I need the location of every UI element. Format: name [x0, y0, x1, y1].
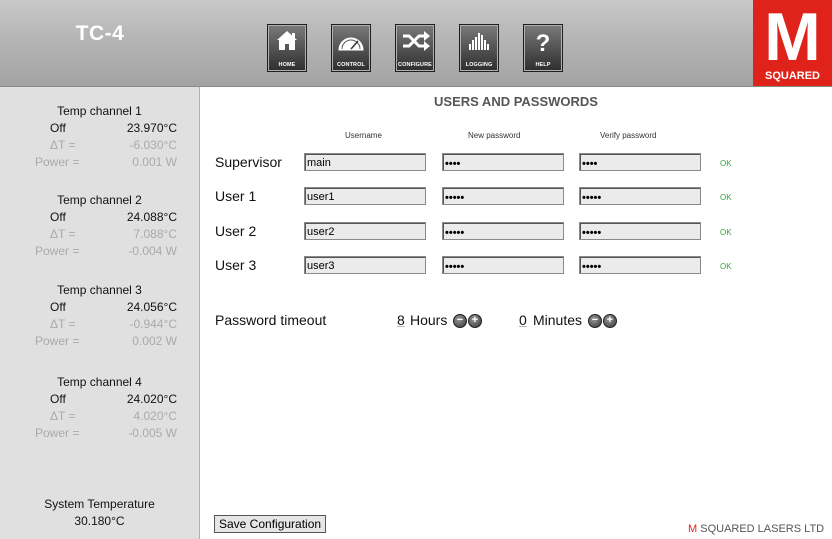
verify-password-field[interactable]: ••••• — [579, 187, 701, 205]
new-password-field[interactable]: ••••• — [442, 256, 564, 274]
bars-icon — [469, 33, 489, 50]
power-label: Power = — [35, 155, 80, 169]
power-label: Power = — [35, 334, 80, 348]
system-temp-value: 30.180°C — [74, 514, 125, 528]
save-configuration-button[interactable]: Save Configuration — [214, 515, 327, 533]
power-value: 0.002 W — [132, 334, 177, 348]
verify-password-field[interactable]: ••••• — [579, 222, 701, 240]
status-ok: OK — [720, 262, 732, 271]
delta-t-value: -0.944°C — [129, 317, 178, 331]
home-icon — [277, 31, 297, 50]
nav-help-label: HELP — [535, 62, 551, 68]
username-field[interactable]: user3 — [304, 256, 426, 274]
channel-sidebar: Temp channel 1 Off 23.970°C ΔT = -6.030°… — [0, 87, 200, 539]
new-password-field[interactable]: ••••• — [442, 222, 564, 240]
user-row-label: Supervisor — [215, 154, 282, 170]
nav-control-label: CONTROL — [337, 62, 365, 68]
verify-password-field[interactable]: ••••• — [579, 256, 701, 274]
verify-password-field[interactable]: •••• — [579, 153, 701, 171]
power-value: -0.005 W — [128, 426, 177, 440]
nav-home-button[interactable]: HOME — [267, 24, 307, 72]
username-field[interactable]: user2 — [304, 222, 426, 240]
new-password-field[interactable]: ••••• — [442, 187, 564, 205]
nav-help-button[interactable]: ? HELP — [523, 24, 563, 72]
channel-temp: 24.056°C — [126, 300, 177, 314]
hours-increase-button[interactable]: + — [468, 314, 482, 328]
username-field[interactable]: main — [304, 153, 426, 171]
timeout-minutes-unit: Minutes — [533, 312, 583, 328]
minutes-increase-button[interactable]: + — [603, 314, 617, 328]
delta-t-value: 4.020°C — [133, 409, 178, 423]
status-ok: OK — [720, 228, 732, 237]
nav-logging-label: LOGGING — [465, 62, 493, 68]
svg-text:?: ? — [536, 30, 551, 56]
system-temp-title: System Temperature — [44, 497, 155, 511]
channel-temp: 24.088°C — [126, 210, 177, 224]
status-ok: OK — [720, 159, 732, 168]
power-value: -0.004 W — [128, 244, 177, 258]
status-ok: OK — [720, 193, 732, 202]
nav-logging-button[interactable]: LOGGING — [459, 24, 499, 72]
channel-title: Temp channel 4 — [57, 375, 142, 389]
verify-password-column-header: Verify password — [600, 131, 657, 140]
nav-configure-label: CONFIGURE — [398, 62, 432, 68]
app-title: TC-4 — [75, 22, 125, 45]
new-password-column-header: New password — [468, 131, 521, 140]
username-column-header: Username — [345, 131, 382, 140]
timeout-minutes-value[interactable]: 0 — [519, 312, 527, 328]
nav-configure-button[interactable]: CONFIGURE — [395, 24, 435, 72]
power-value: 0.001 W — [132, 155, 177, 169]
channel-title: Temp channel 3 — [57, 283, 142, 297]
top-bar: TC-4 HOME CONTROL CONFIGURE LOGGING ? HE… — [0, 0, 832, 87]
timeout-hours-value[interactable]: 8 — [397, 312, 405, 328]
page-title: USERS AND PASSWORDS — [434, 94, 598, 109]
channel-title: Temp channel 1 — [57, 104, 142, 118]
channel-temp: 23.970°C — [126, 121, 177, 135]
username-field[interactable]: user1 — [304, 187, 426, 205]
minus-icon: − — [591, 314, 599, 326]
shuffle-icon — [403, 31, 430, 51]
user-row-label: User 1 — [215, 188, 257, 204]
question-icon: ? — [536, 30, 551, 56]
timeout-hours-unit: Hours — [410, 312, 448, 328]
minus-icon: − — [456, 314, 464, 326]
power-label: Power = — [35, 244, 80, 258]
delta-t-label: ΔT = — [50, 138, 76, 152]
new-password-field[interactable]: •••• — [442, 153, 564, 171]
delta-t-value: -6.030°C — [129, 138, 178, 152]
plus-icon: + — [471, 314, 479, 326]
delta-t-label: ΔT = — [50, 317, 76, 331]
gauge-icon — [338, 37, 364, 51]
hours-decrease-button[interactable]: − — [453, 314, 467, 328]
delta-t-label: ΔT = — [50, 409, 76, 423]
minutes-decrease-button[interactable]: − — [588, 314, 602, 328]
footer-brand-m: M — [688, 523, 698, 535]
delta-t-value: 7.088°C — [133, 227, 178, 241]
footer-company: M SQUARED LASERS LTD — [688, 523, 824, 535]
password-timeout-label: Password timeout — [215, 312, 327, 328]
power-label: Power = — [35, 426, 80, 440]
channel-title: Temp channel 2 — [57, 193, 142, 207]
user-row-label: User 2 — [215, 223, 257, 239]
channel-temp: 24.020°C — [126, 392, 177, 406]
m-squared-logo: M SQUARED — [753, 0, 832, 86]
user-row-label: User 3 — [215, 257, 257, 273]
delta-t-label: ΔT = — [50, 227, 76, 241]
plus-icon: + — [606, 314, 614, 326]
footer-brand-text: SQUARED LASERS LTD — [697, 523, 825, 535]
channel-state: Off — [50, 300, 66, 314]
channel-state: Off — [50, 392, 66, 406]
nav-home-label: HOME — [278, 62, 296, 68]
nav-control-button[interactable]: CONTROL — [331, 24, 371, 72]
channel-state: Off — [50, 210, 66, 224]
channel-state: Off — [50, 121, 66, 135]
